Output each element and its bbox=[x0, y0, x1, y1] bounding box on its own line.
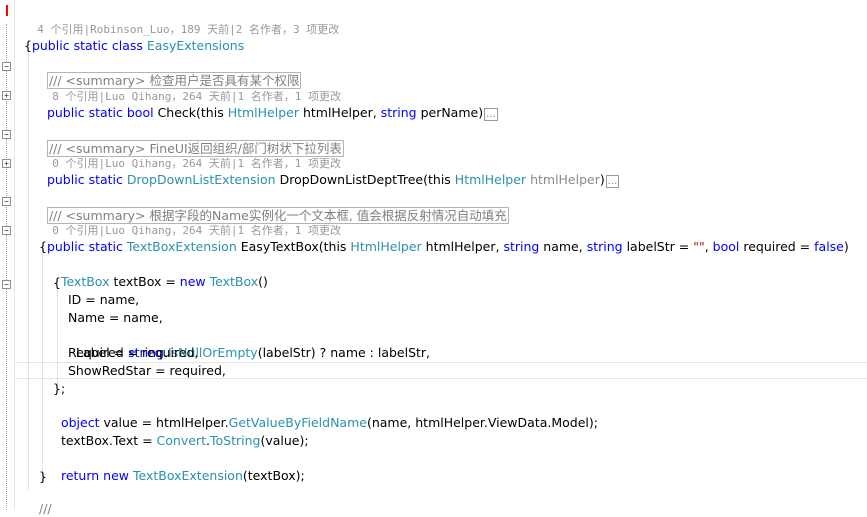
method-check-signature[interactable]: public static bool Check(this HtmlHelper… bbox=[39, 87, 498, 121]
method-easytextbox-signature[interactable]: public static TextBoxExtension EasyTextB… bbox=[39, 221, 849, 254]
code: (labelStr) ? name : labelStr, bbox=[257, 345, 431, 360]
keyword: string bbox=[586, 239, 623, 254]
keyword: static bbox=[88, 172, 123, 187]
codelens-class: 4 个引用|Robinson_Luo，189 天前|2 名作者，3 项更改 bbox=[24, 4, 339, 36]
codelens-dropdown: 0 个引用|Luo Qihang，264 天前|1 名作者，1 项更改 bbox=[39, 138, 341, 170]
keyword: false bbox=[814, 239, 844, 254]
keyword: bool bbox=[126, 105, 154, 120]
keyword: public bbox=[46, 172, 85, 187]
type-name: DropDownListExtension bbox=[126, 172, 276, 187]
trailing-comment: /// bbox=[39, 501, 52, 516]
code: , bbox=[704, 239, 713, 254]
collapsed-region-button[interactable]: ... bbox=[484, 108, 498, 121]
keyword: public bbox=[46, 105, 85, 120]
keyword: public bbox=[46, 239, 85, 254]
fold-toggle-check[interactable]: + bbox=[2, 91, 11, 100]
keyword: static bbox=[73, 38, 108, 53]
code: ) bbox=[599, 172, 605, 187]
brace: }; bbox=[53, 381, 66, 396]
code: (name, htmlHelper.ViewData.Model); bbox=[366, 415, 598, 430]
type-name: TextBox bbox=[209, 274, 259, 289]
keyword: static bbox=[88, 105, 123, 120]
code: htmlHelper, bbox=[298, 105, 381, 120]
keyword: string bbox=[503, 239, 540, 254]
method-name: DropDownListDeptTree bbox=[279, 172, 424, 187]
fold-toggle-easytextbox[interactable]: − bbox=[2, 226, 11, 235]
code-line[interactable]: Label = string.IsNullOrEmpty(labelStr) ?… bbox=[68, 327, 430, 360]
fold-toggle-summary-3[interactable]: − bbox=[2, 197, 11, 206]
brace: } bbox=[39, 469, 47, 484]
codelens-easytextbox: 0 个引用|Luo Qihang，264 天前|1 名作者，1 项更改 bbox=[39, 205, 341, 237]
code: () bbox=[258, 274, 268, 289]
string-literal: "" bbox=[693, 239, 705, 254]
method-name: Check bbox=[157, 105, 197, 120]
type-name: Convert bbox=[156, 433, 206, 448]
type-name: HtmlHelper bbox=[350, 239, 422, 254]
code-line[interactable]: ID = name, bbox=[68, 291, 139, 308]
collapsed-region-button[interactable]: ... bbox=[605, 175, 620, 188]
type-name: TextBoxExtension bbox=[133, 468, 243, 483]
code: (this bbox=[196, 105, 228, 120]
keyword: class bbox=[111, 38, 143, 53]
keyword: public bbox=[31, 38, 70, 53]
code-line[interactable]: Required = required, bbox=[68, 344, 198, 361]
code: name, bbox=[539, 239, 587, 254]
code-line[interactable]: object value = htmlHelper.GetValueByFiel… bbox=[53, 397, 598, 430]
code-line[interactable]: textBox.Text = Convert.ToString(value); bbox=[53, 415, 309, 448]
code-line[interactable]: Name = name, bbox=[68, 309, 163, 326]
fold-toggle-summary-1[interactable]: − bbox=[2, 62, 11, 71]
fold-toggle-summary-2[interactable]: − bbox=[2, 130, 11, 139]
brace: { bbox=[53, 275, 61, 290]
code: (textBox); bbox=[242, 468, 305, 483]
codelens-changes[interactable]: ，3 项更改 bbox=[282, 23, 339, 36]
method-name: EasyTextBox bbox=[240, 239, 319, 254]
method-dropdown-signature[interactable]: public static DropDownListExtension Drop… bbox=[39, 154, 620, 188]
change-marker bbox=[6, 5, 8, 16]
code: (this bbox=[318, 239, 351, 254]
summary-comment-1[interactable]: /// <summary> 检查用户是否具有某个权限 bbox=[39, 55, 302, 89]
type-name: TextBox bbox=[60, 274, 110, 289]
fold-toggle-initializer[interactable]: − bbox=[2, 280, 11, 289]
brace: { bbox=[39, 239, 47, 254]
keyword: static bbox=[88, 239, 123, 254]
indent-guide bbox=[28, 50, 29, 490]
brace: { bbox=[24, 38, 32, 53]
fold-toggle-dropdown[interactable]: + bbox=[2, 159, 11, 168]
codelens-check: 8 个引用|Luo Qihang，264 天前|1 名作者，1 项更改 bbox=[39, 71, 341, 103]
type-name: HtmlHelper bbox=[227, 105, 299, 120]
code: ) bbox=[843, 239, 849, 254]
keyword: string bbox=[380, 105, 417, 120]
type-name: HtmlHelper bbox=[454, 172, 527, 187]
keyword: return bbox=[60, 468, 100, 483]
code: (this bbox=[423, 172, 455, 187]
code-line[interactable]: return new TextBoxExtension(textBox); bbox=[53, 450, 305, 483]
class-name: EasyExtensions bbox=[146, 38, 245, 53]
method-call: ToString bbox=[209, 433, 261, 448]
type-name: TextBoxExtension bbox=[126, 239, 237, 254]
code-line[interactable]: TextBox textBox = new TextBox() bbox=[53, 256, 268, 289]
code-line-current[interactable]: ShowRedStar = required, bbox=[68, 362, 226, 379]
code: (value); bbox=[260, 433, 309, 448]
class-declaration[interactable]: public static class EasyExtensions bbox=[24, 20, 244, 53]
code: labelStr = bbox=[622, 239, 694, 254]
code: htmlHelper, bbox=[421, 239, 504, 254]
code: textBox.Text = bbox=[60, 433, 157, 448]
keyword: new bbox=[179, 274, 206, 289]
editor-gutter bbox=[0, 0, 15, 510]
unused-parameter: htmlHelper bbox=[530, 172, 600, 187]
keyword: new bbox=[103, 468, 130, 483]
code: textBox = bbox=[109, 274, 180, 289]
code: perName) bbox=[416, 105, 484, 120]
code: required = bbox=[739, 239, 815, 254]
keyword: bool bbox=[712, 239, 740, 254]
